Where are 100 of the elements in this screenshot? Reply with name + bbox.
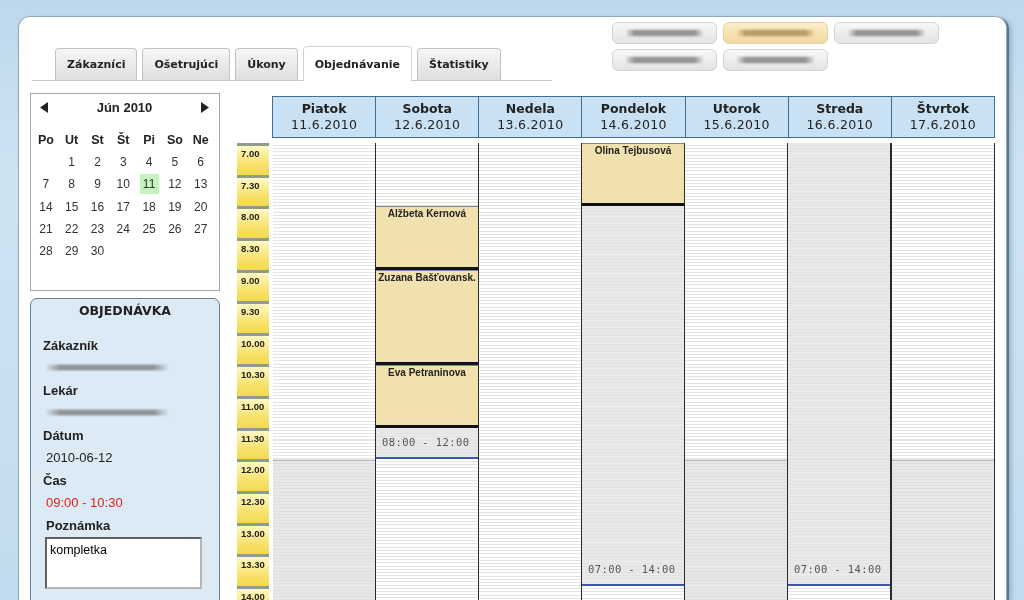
tab[interactable]: Objednávanie <box>302 46 412 81</box>
calendar-day[interactable]: 28 <box>36 241 56 262</box>
free-time-area[interactable] <box>479 143 581 600</box>
time-label: 13.00 <box>237 522 269 555</box>
blurred-text-icon <box>625 28 704 38</box>
field-label: Poznámka <box>45 517 112 535</box>
calendar-day[interactable]: 16 <box>88 196 107 217</box>
tab[interactable]: Ošetrujúci <box>142 48 231 80</box>
time-label: 11.30 <box>237 427 269 460</box>
calendar-day[interactable]: 12 <box>165 174 185 195</box>
calendar-day[interactable]: 20 <box>191 196 211 217</box>
day-date: 16.6.2010 <box>806 117 873 133</box>
calendar-day[interactable]: 4 <box>139 152 159 173</box>
day-header[interactable]: Sobota 12.6.2010 <box>375 96 480 138</box>
weekday-label: So <box>166 132 183 150</box>
calendar-day[interactable]: 9 <box>88 174 107 195</box>
calendar-day[interactable]: 5 <box>165 152 185 173</box>
calendar-day[interactable]: 2 <box>88 152 107 173</box>
appointment-block[interactable]: Eva Petraninova <box>376 364 478 428</box>
day-header[interactable]: Štvrtok 17.6.2010 <box>890 96 995 138</box>
working-hours-block[interactable]: 07:00 - 14:00 <box>788 143 890 587</box>
time-label: 13.30 <box>237 554 269 586</box>
calendar-day[interactable]: 24 <box>113 218 133 239</box>
weekday-label: Ne <box>192 132 209 150</box>
doctor-button[interactable] <box>723 49 828 71</box>
day-name: Streda <box>816 101 864 117</box>
day-date: 15.6.2010 <box>703 117 770 133</box>
right-triangle-icon[interactable] <box>201 102 209 113</box>
calendar-day[interactable]: 23 <box>88 218 107 239</box>
doctor-button[interactable] <box>612 22 717 44</box>
calendar-day[interactable]: 14 <box>36 196 56 217</box>
time-label: 7.00 <box>237 143 269 175</box>
day-name: Štvrtok <box>916 101 969 117</box>
day-name: Sobota <box>402 101 452 117</box>
calendar-day[interactable]: 30 <box>88 241 107 262</box>
left-triangle-icon[interactable] <box>40 102 48 113</box>
calendar-day[interactable]: 17 <box>113 196 133 217</box>
calendar-day[interactable]: 15 <box>62 196 82 217</box>
calendar-day[interactable]: 18 <box>139 196 159 217</box>
day-date: 14.6.2010 <box>600 117 667 133</box>
weekday-label: Št <box>117 131 130 150</box>
field-label: Dátum <box>43 427 85 445</box>
calendar-day[interactable]: 10 <box>113 174 133 195</box>
day-date: 13.6.2010 <box>497 117 564 133</box>
time-label: 10.30 <box>237 364 269 397</box>
working-hours-block[interactable]: 08:00 - 12:00 <box>376 427 478 460</box>
day-header[interactable]: Piatok 11.6.2010 <box>272 96 377 138</box>
day-header[interactable]: Nedela 13.6.2010 <box>478 96 583 138</box>
weekday-label: Pi <box>143 132 155 150</box>
free-time-area[interactable] <box>892 143 994 460</box>
appointment-block[interactable]: Zuzana Bašťovansk. <box>376 269 478 365</box>
blurred-text-icon <box>736 28 815 38</box>
doctor-button[interactable] <box>723 22 828 44</box>
weekday-label: Po <box>37 132 54 150</box>
free-time-area[interactable] <box>685 143 787 460</box>
calendar-day[interactable]: 26 <box>165 218 185 239</box>
working-hours-block[interactable]: 07:00 - 14:00 <box>582 206 684 587</box>
blurred-text-icon <box>625 55 704 65</box>
note-field[interactable]: kompletka <box>45 536 202 589</box>
blurred-text-icon <box>45 407 169 417</box>
free-time-area[interactable] <box>273 143 375 460</box>
weekday-label: St <box>91 132 104 150</box>
calendar-day[interactable]: 19 <box>165 196 185 217</box>
calendar-day[interactable]: 13 <box>191 174 211 195</box>
calendar-day[interactable]: 22 <box>62 218 82 239</box>
calendar-day[interactable]: 8 <box>62 174 82 195</box>
weekday-label: Ut <box>65 132 79 150</box>
day-header[interactable]: Utorok 15.6.2010 <box>684 96 789 138</box>
day-date: 12.6.2010 <box>394 117 461 133</box>
calendar-day[interactable]: 21 <box>36 218 56 239</box>
calendar-day[interactable]: 6 <box>191 152 211 173</box>
calendar-day[interactable]: 7 <box>36 174 56 195</box>
field-label: Čas <box>43 472 68 490</box>
day-name: Nedela <box>505 101 555 117</box>
calendar-day[interactable]: 27 <box>191 218 211 239</box>
time-label: 12.00 <box>237 459 269 492</box>
calendar-day[interactable]: 11 <box>139 174 159 195</box>
day-header[interactable]: Pondelok 14.6.2010 <box>581 96 686 138</box>
tab[interactable]: Štatistiky <box>416 48 501 80</box>
free-time-area[interactable] <box>376 459 478 600</box>
calendar-day[interactable]: 3 <box>113 152 133 173</box>
doctor-button[interactable] <box>834 22 939 44</box>
blurred-text-icon <box>847 28 926 38</box>
tab[interactable]: Úkony <box>235 48 298 80</box>
calendar-day[interactable]: 29 <box>62 241 82 262</box>
order-title: OBJEDNÁVKA <box>77 303 172 319</box>
blurred-text-icon <box>736 55 815 65</box>
calendar-day[interactable]: 1 <box>62 152 82 173</box>
day-date: 11.6.2010 <box>290 117 358 133</box>
doctor-button[interactable] <box>612 49 717 71</box>
field-label: Lekár <box>43 382 79 400</box>
appointment-block[interactable]: Olina Tejbusová <box>582 143 684 207</box>
appointment-block[interactable]: Alžbeta Kernová <box>376 206 478 270</box>
day-header[interactable]: Streda 16.6.2010 <box>787 96 892 138</box>
time-label: 9.00 <box>237 269 269 302</box>
calendar-day[interactable]: 25 <box>139 218 159 239</box>
tab[interactable]: Zákazníci <box>55 48 138 80</box>
free-time-area[interactable] <box>376 143 478 207</box>
time-label: 10.00 <box>237 332 269 365</box>
day-name: Utorok <box>712 101 761 117</box>
